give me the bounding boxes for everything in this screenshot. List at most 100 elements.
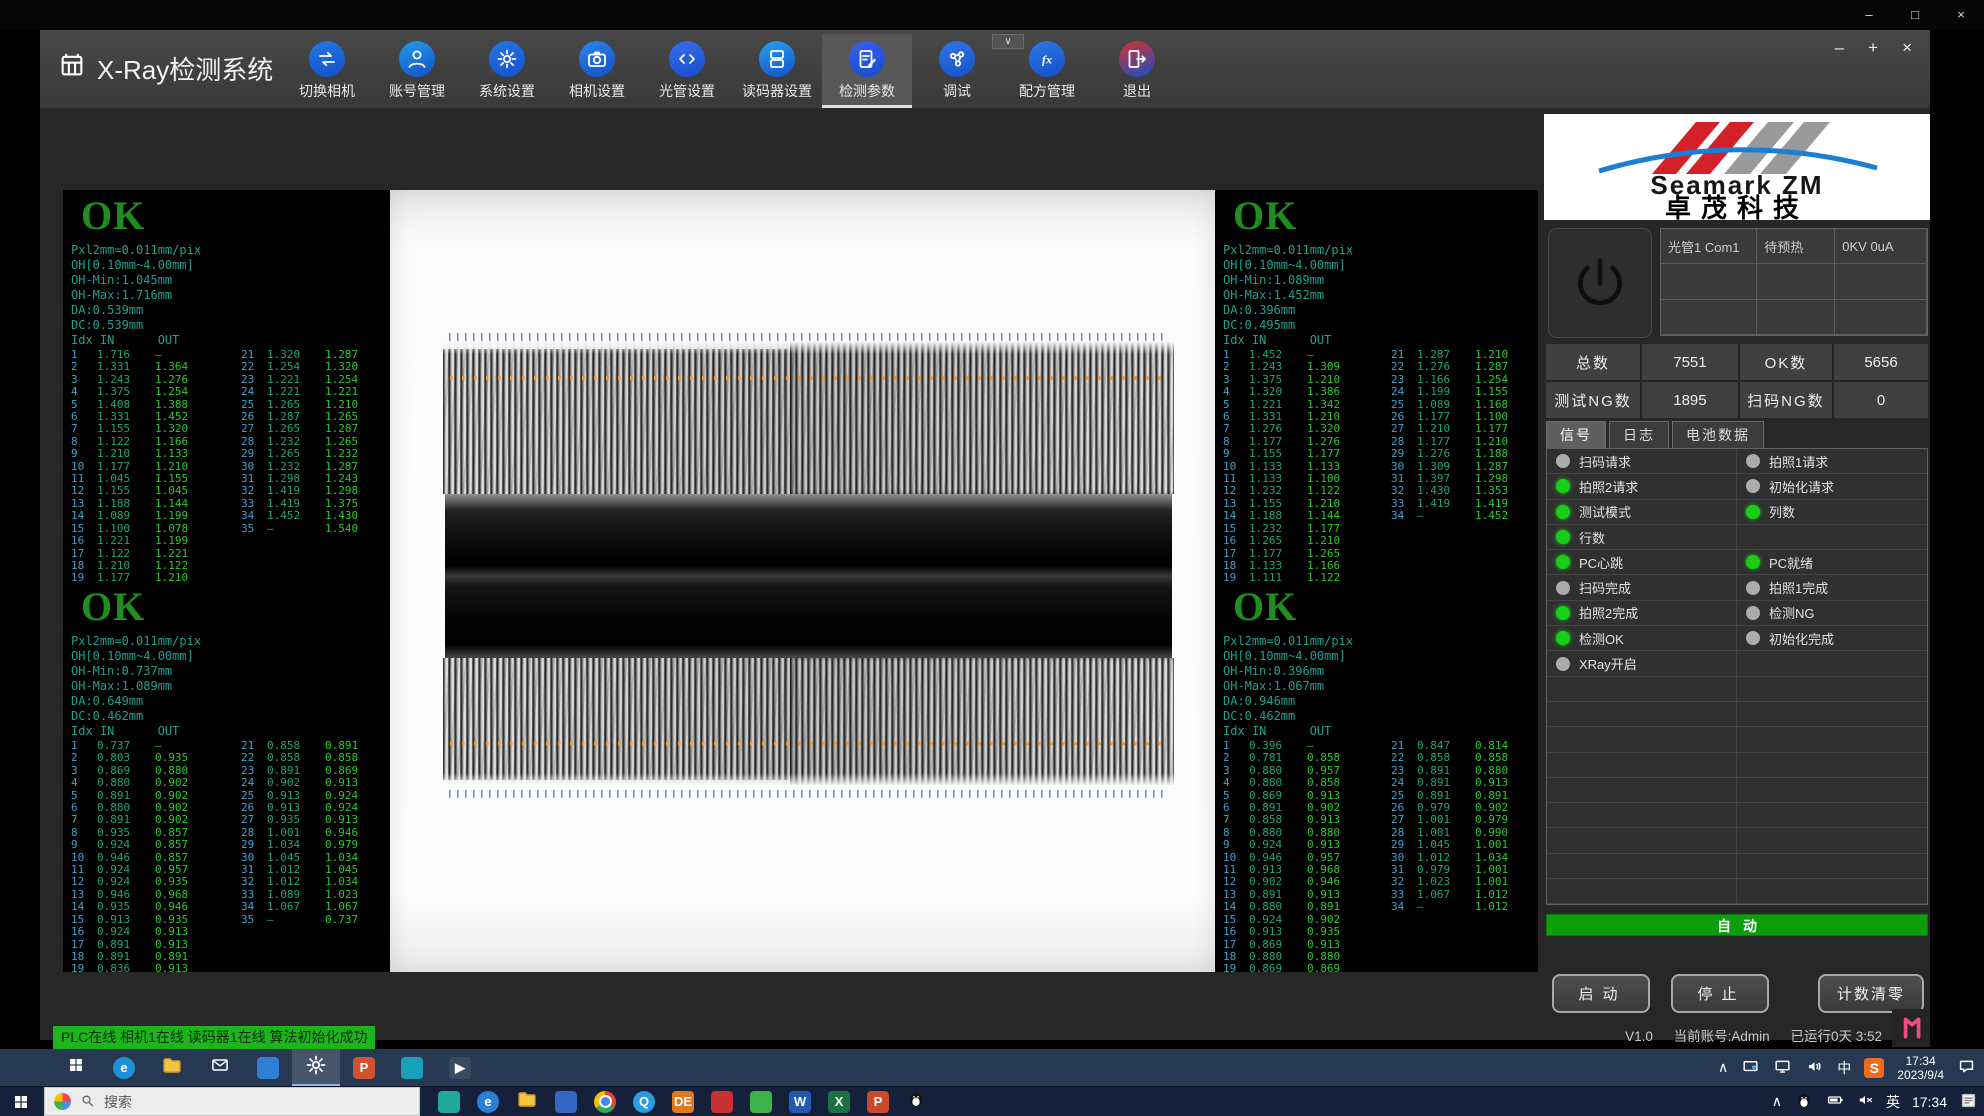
measurement-row: 121.1551.045 (71, 485, 221, 497)
measurement-row: 35–0.737 (241, 914, 390, 926)
measurement-row: 271.0010.979 (1391, 814, 1538, 826)
xray-app-window: X-Ray检测系统 切换相机账号管理系统设置相机设置光管设置读码器设置检测参数调… (40, 30, 1930, 1040)
media-player-icon[interactable]: ▶ (436, 1049, 484, 1086)
winding-core-band (445, 494, 1172, 658)
language-indicator[interactable]: 英 (1886, 1092, 1900, 1112)
chrome-browser-icon[interactable] (594, 1091, 616, 1113)
powerpoint-icon[interactable]: P (340, 1049, 388, 1086)
action-center-icon[interactable] (1957, 1057, 1976, 1079)
folder-icon[interactable] (516, 1088, 538, 1115)
toolbar-item-exit[interactable]: 退出 (1092, 34, 1182, 108)
button-停止[interactable]: 停止 (1671, 974, 1769, 1013)
ime-input-indicator[interactable]: 中 (1837, 1058, 1851, 1078)
red-app-icon[interactable] (711, 1091, 733, 1113)
sogou-ime-icon[interactable]: S (1864, 1058, 1884, 1078)
volume-muted-icon[interactable] (1856, 1091, 1874, 1112)
wechat-icon[interactable] (750, 1091, 772, 1113)
app-icon[interactable] (555, 1091, 577, 1113)
tray-chevron-up-icon[interactable]: ∧ (1772, 1093, 1782, 1110)
xray-power-button[interactable] (1548, 228, 1652, 338)
screen: –□× X-Ray检测系统 切换相机账号管理系统设置相机设置光管设置读码器设置检… (0, 0, 1984, 1116)
photos-icon[interactable] (388, 1049, 436, 1086)
toolbar-item-debug[interactable]: 调试 (912, 34, 1002, 108)
measurement-row: 40.8800.858 (1223, 777, 1371, 789)
powerpoint-icon[interactable]: P (867, 1091, 889, 1113)
search-app-icon[interactable]: Q (633, 1091, 655, 1113)
ie-browser-icon[interactable]: e (477, 1091, 499, 1113)
toolbar-collapse-button[interactable]: ∨ (992, 34, 1024, 49)
button-计数清零[interactable]: 计数清零 (1818, 974, 1924, 1013)
mail-icon[interactable] (196, 1049, 244, 1086)
outer-taskbar: 搜索 e Q DE WXP ∧ 英 17:34 (0, 1086, 1984, 1116)
measurement-row: 111.1331.100 (1223, 473, 1371, 485)
word-icon[interactable]: W (789, 1091, 811, 1113)
signal-empty-cell (1547, 879, 1737, 904)
tab-信号[interactable]: 信号 (1546, 421, 1606, 450)
store-icon[interactable] (244, 1049, 292, 1086)
search-input[interactable]: 搜索 (44, 1087, 420, 1116)
signal-empty-cell (1737, 651, 1927, 676)
dev-app-icon[interactable]: DE (672, 1091, 694, 1113)
main-toolbar: 切换相机账号管理系统设置相机设置光管设置读码器设置检测参数调试fx配方管理退出 (282, 34, 1182, 108)
measurement-row: 260.9790.902 (1391, 802, 1538, 814)
measurement-info-line: Pxl2mm=0.011mm/pix (71, 243, 390, 258)
tray-clock[interactable]: 17:342023/9/4 (1897, 1054, 1944, 1082)
app-close-button[interactable]: × (1902, 38, 1912, 58)
edge-browser-icon[interactable]: e (100, 1049, 148, 1086)
measurement-table-header: Idx IN OUT (1223, 724, 1538, 739)
tube-status-cell: 0KV 0uA (1835, 229, 1927, 264)
signal-empty-cell (1737, 803, 1927, 828)
measurement-row: 100.9460.857 (71, 852, 221, 864)
measurement-row: 311.0121.045 (241, 864, 390, 876)
toolbar-item-code[interactable]: 光管设置 (642, 34, 732, 108)
pink-flag-icon[interactable] (1892, 1009, 1930, 1047)
sticky-notes-icon[interactable] (1959, 1091, 1978, 1113)
signal-indicator-dot (1746, 631, 1760, 645)
signal-indicator-dot (1746, 581, 1760, 595)
button-启动[interactable]: 启动 (1552, 974, 1650, 1013)
toolbar-item-gear[interactable]: 系统设置 (462, 34, 552, 108)
signal-indicator-dot (1556, 530, 1570, 544)
toolbar-item-reader[interactable]: 读码器设置 (732, 34, 822, 108)
os-maximize-button[interactable]: □ (1892, 0, 1938, 30)
security-app-icon[interactable] (438, 1091, 460, 1113)
xray-image-viewport[interactable] (390, 190, 1215, 972)
settings-icon[interactable] (292, 1049, 340, 1086)
toolbar-item-camera[interactable]: 相机设置 (552, 34, 642, 108)
tab-日志[interactable]: 日志 (1609, 421, 1669, 450)
start-button[interactable] (52, 1049, 100, 1086)
start-button[interactable] (0, 1087, 42, 1116)
stat-value: 1895 (1642, 382, 1738, 418)
qq-icon[interactable] (906, 1089, 926, 1114)
signal-empty-cell (1737, 828, 1927, 853)
tray-chevron-up-icon[interactable]: ∧ (1718, 1059, 1728, 1076)
measurement-row: 51.4081.388 (71, 399, 221, 411)
measurement-info-line: DA:0.396mm (1223, 303, 1538, 318)
file-explorer-icon[interactable] (148, 1049, 196, 1086)
excel-icon[interactable]: X (828, 1091, 850, 1113)
signal-indicator-dot (1746, 555, 1760, 569)
signal-empty-cell (1547, 753, 1737, 778)
measurement-info-line: Pxl2mm=0.011mm/pix (71, 634, 390, 649)
measurement-row: 20.7810.858 (1223, 752, 1371, 764)
os-close-button[interactable]: × (1938, 0, 1984, 30)
network-monitor-icon[interactable] (1773, 1057, 1792, 1079)
toolbar-item-detect-params[interactable]: 检测参数 (822, 34, 912, 108)
tab-电池数据[interactable]: 电池数据 (1672, 421, 1764, 450)
measurement-row: 250.9130.924 (241, 790, 390, 802)
tray-time[interactable]: 17:34 (1912, 1094, 1947, 1110)
cast-icon[interactable] (1741, 1057, 1760, 1079)
signal-empty-cell (1547, 727, 1737, 752)
search-logo-icon (54, 1093, 71, 1110)
app-maximize-button[interactable]: + (1868, 38, 1878, 58)
app-minimize-button[interactable]: – (1835, 38, 1844, 58)
toolbar-item-account[interactable]: 账号管理 (372, 34, 462, 108)
volume-icon[interactable] (1805, 1057, 1824, 1079)
measurement-row: 110.9240.957 (71, 864, 221, 876)
os-minimize-button[interactable]: – (1846, 0, 1892, 30)
measurement-row: 34–1.012 (1391, 901, 1538, 913)
toolbar-item-switch-camera[interactable]: 切换相机 (282, 34, 372, 108)
battery-icon[interactable] (1826, 1091, 1844, 1112)
signal-indicator-dot (1556, 631, 1570, 645)
qq-tray-icon[interactable] (1794, 1090, 1814, 1113)
